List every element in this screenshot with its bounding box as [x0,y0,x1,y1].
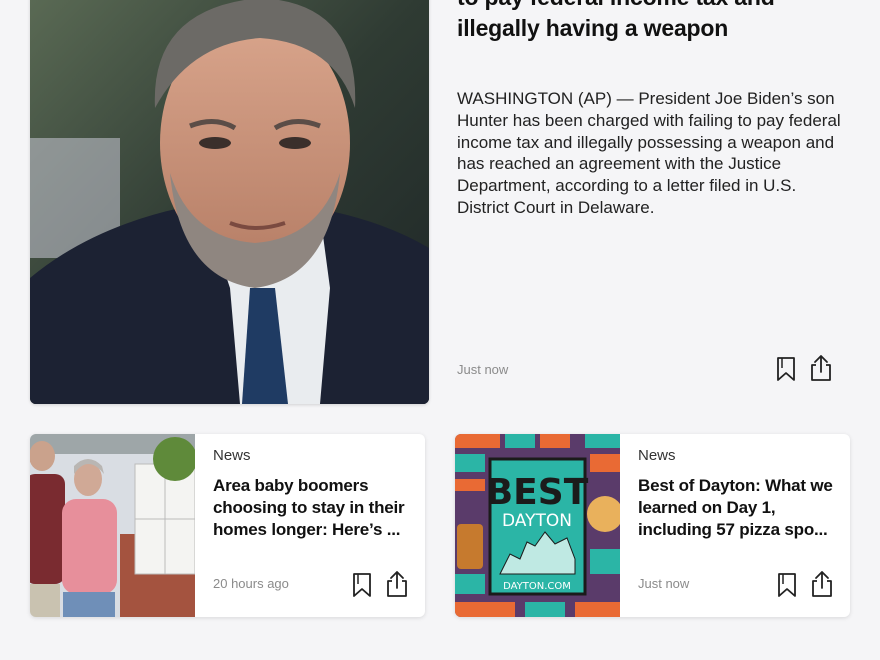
card-bookmark-button[interactable] [350,571,374,599]
story-card[interactable]: BEST DAYTON DAYTON.COM News Best of Dayt… [455,434,850,617]
hero-photo[interactable] [30,0,429,404]
hero-bookmark-button[interactable] [774,355,798,383]
story-thumbnail[interactable]: BEST DAYTON DAYTON.COM [455,434,620,617]
card-share-button[interactable] [385,570,409,598]
hero-timestamp: Just now [457,362,509,377]
card-timestamp: 20 hours ago [213,576,289,591]
thumb-dayton-text: DAYTON [502,511,572,531]
hero-summary[interactable]: WASHINGTON (AP) — President Joe Biden’s … [457,88,842,219]
share-icon [387,571,407,597]
card-title[interactable]: Best of Dayton: What we learned on Day 1… [638,475,838,541]
hero-share-button[interactable] [809,354,833,382]
bookmark-icon [353,573,371,597]
story-thumbnail[interactable] [30,434,195,617]
share-icon [811,355,831,381]
share-icon [812,571,832,597]
hero-headline[interactable]: to pay federal income tax and illegally … [457,0,857,44]
news-feed: to pay federal income tax and illegally … [0,0,880,660]
bookmark-icon [778,573,796,597]
story-card[interactable]: News Area baby boomers choosing to stay … [30,434,425,617]
card-share-button[interactable] [810,570,834,598]
card-title[interactable]: Area baby boomers choosing to stay in th… [213,475,413,541]
thumb-site-text: DAYTON.COM [503,581,571,592]
card-bookmark-button[interactable] [775,571,799,599]
card-timestamp: Just now [638,576,690,591]
card-category: News [638,447,676,464]
card-category: News [213,447,251,464]
thumb-best-text: BEST [486,472,589,513]
bookmark-icon [777,357,795,381]
